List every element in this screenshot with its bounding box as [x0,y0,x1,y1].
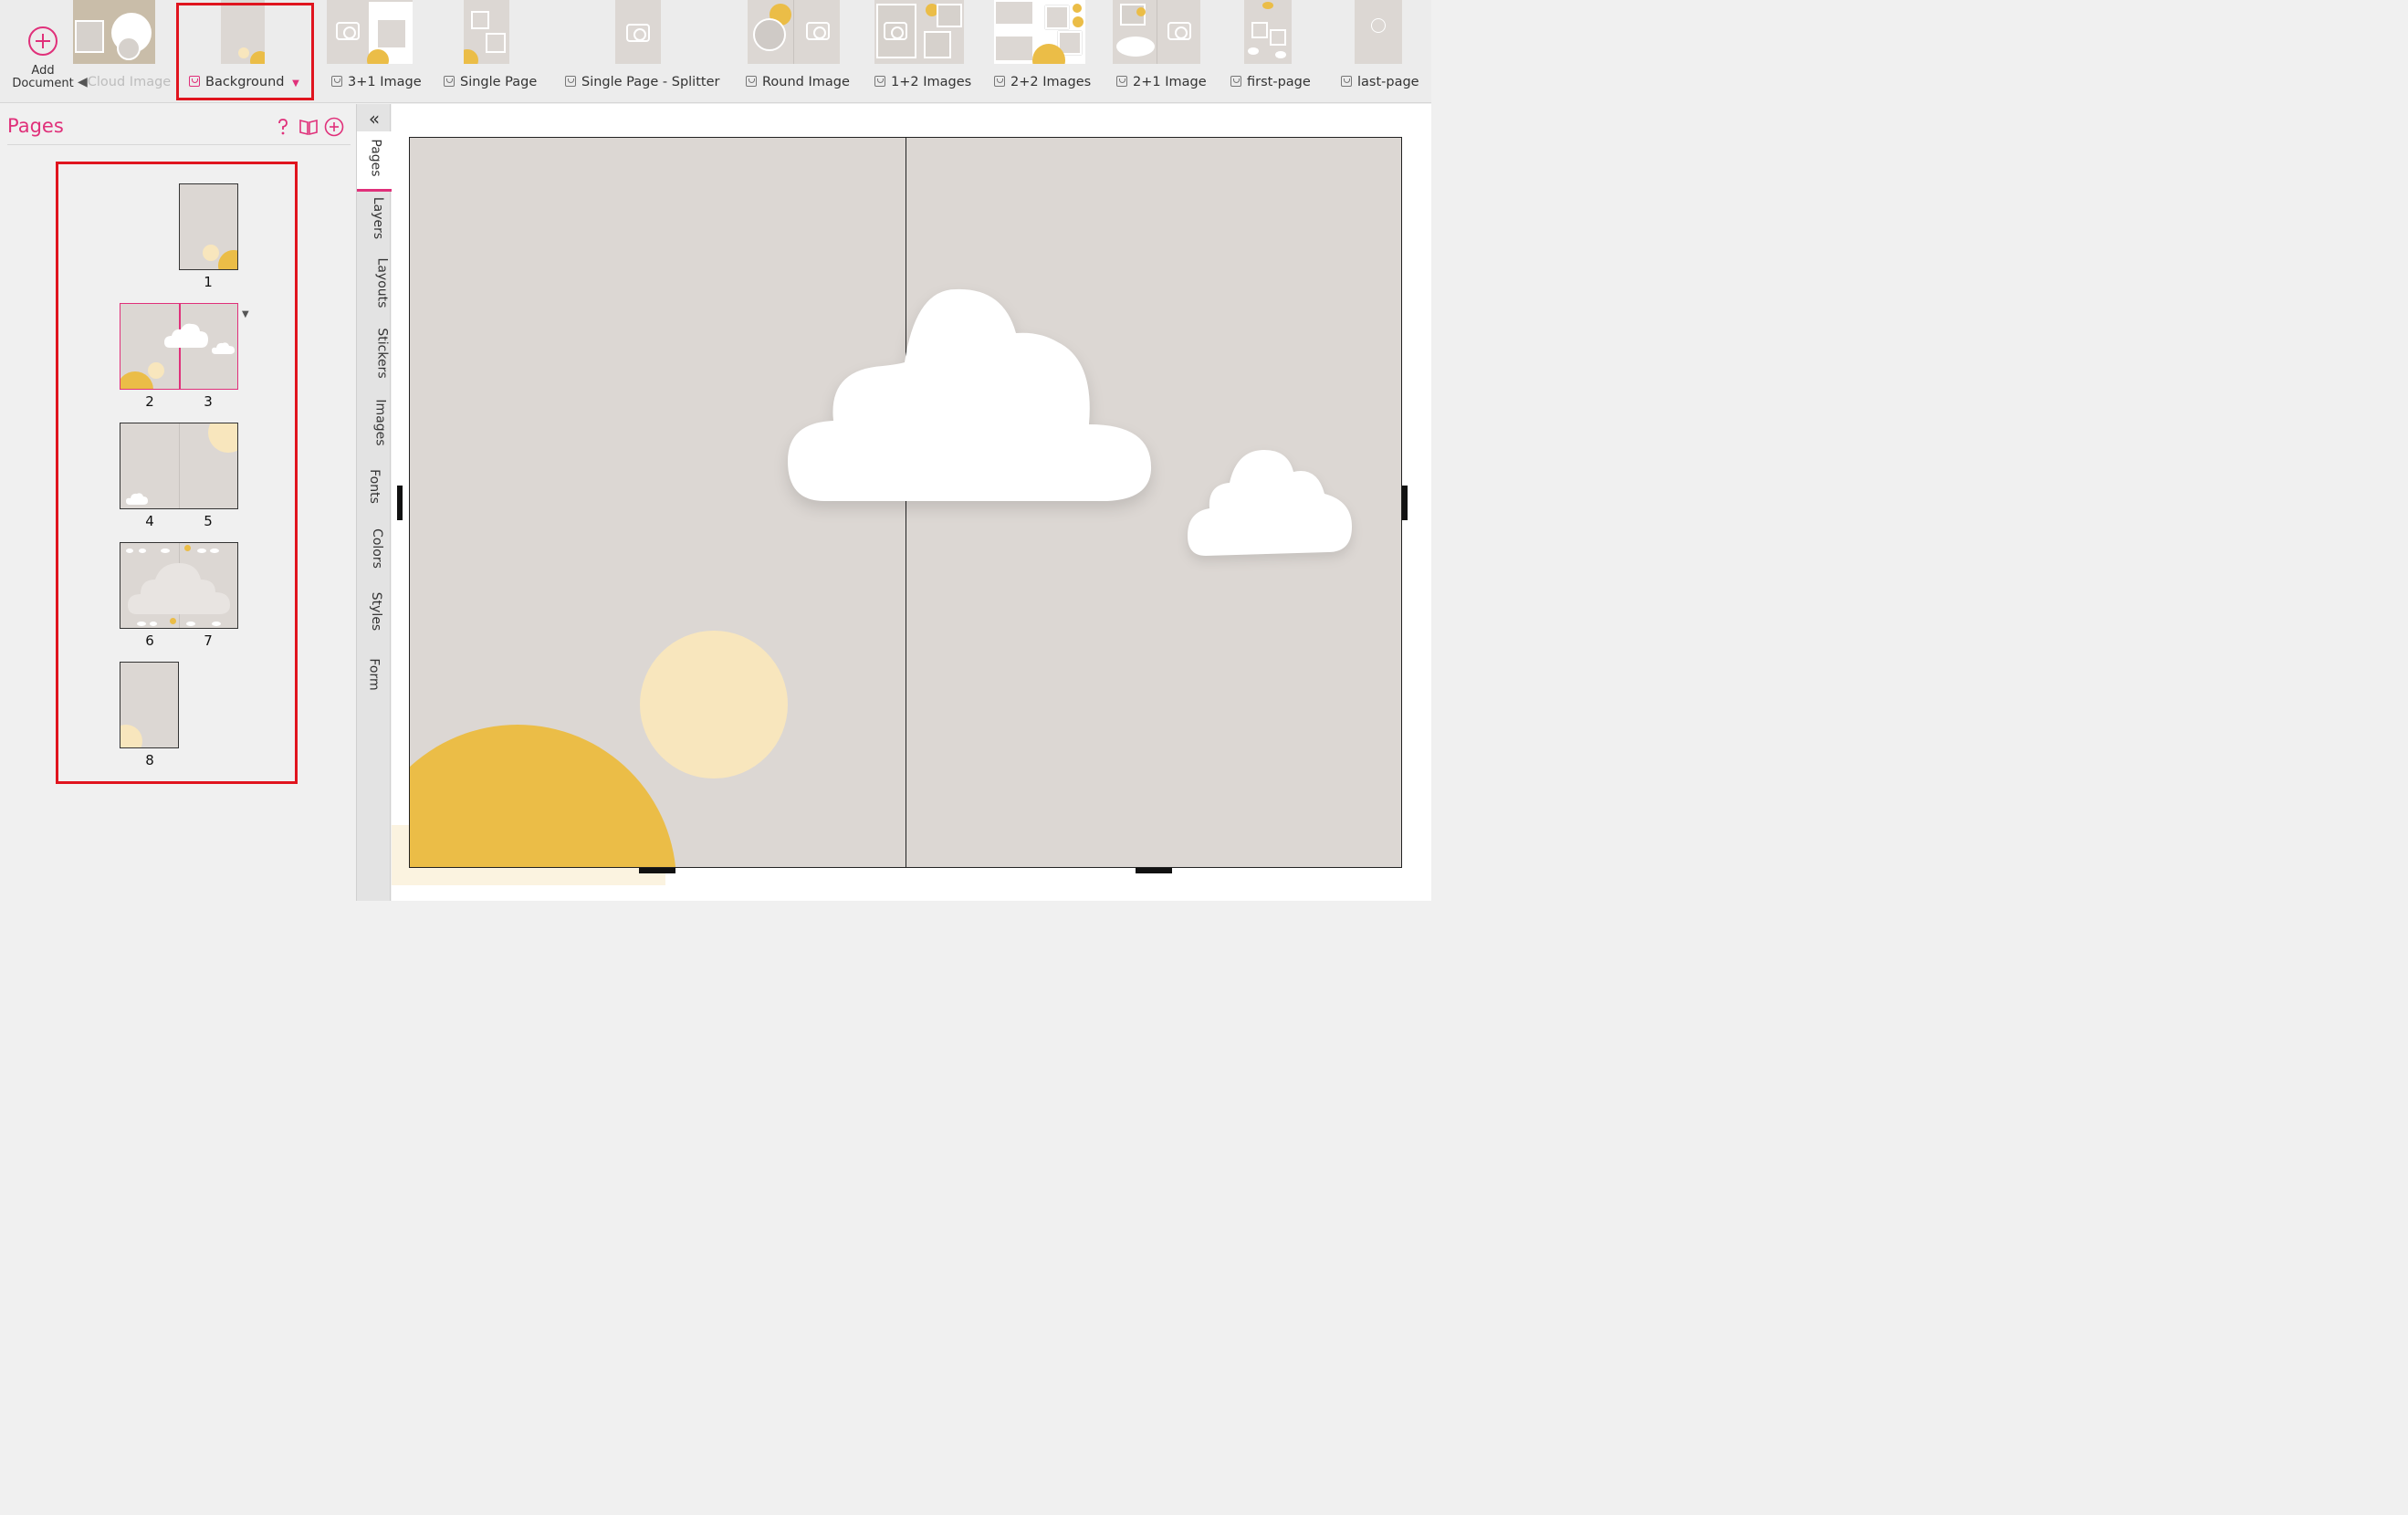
page-number: 7 [204,632,213,649]
page-thumbnail-1[interactable] [179,183,238,270]
tab-form[interactable]: Form [357,658,392,701]
layout-3-1-image[interactable]: 3+1 Image [327,0,422,102]
layout-label: Round Image [746,75,850,89]
page-number: 3 [204,393,213,410]
page-spread-2-3[interactable] [409,137,1402,868]
page-number: 1 [204,274,213,290]
layout-thumbnail [464,0,509,64]
layout-last-page[interactable]: last-page [1340,0,1429,102]
tab-images[interactable]: Images [357,399,392,449]
add-page-icon[interactable] [324,117,344,137]
layout-thumbnail [1244,0,1292,64]
page-number: 2 [145,393,154,410]
layout-thumbnail [615,0,661,64]
editor-canvas[interactable] [392,104,1431,901]
layout-label: 3+1 Image [331,75,422,89]
cloud-icon [126,493,148,505]
template-icon [1341,76,1352,87]
tab-styles[interactable]: Styles [357,592,392,638]
tab-colors[interactable]: Colors [357,528,392,575]
layout-label: first-page [1230,75,1311,89]
add-circle-icon [28,26,58,56]
layout-thumbnail [73,0,155,64]
layout-thumbnail [1355,0,1402,64]
layout-single-page[interactable]: Single Page [444,0,544,102]
layout-background[interactable]: Background ▼ [176,0,314,102]
layout-label: Single Page [444,75,537,89]
bottom-handle-right[interactable] [1136,868,1172,873]
layouts-toolbar: Add Document ◀Cloud Image Background ▼ 3… [0,0,1431,103]
layout-thumbnail [1113,0,1200,64]
add-document-button[interactable]: Add Document [5,22,80,90]
template-icon [1116,76,1127,87]
camera-icon [336,22,360,40]
scroll-left-icon[interactable]: ◀ [78,75,88,89]
layout-thumbnail [748,0,840,64]
layout-thumbnail [327,0,413,64]
tab-fonts[interactable]: Fonts [357,469,392,513]
layout-first-page[interactable]: first-page [1230,0,1321,102]
sun-shape[interactable] [410,725,676,867]
cloud-icon [128,563,230,614]
layout-label: 2+1 Image [1116,75,1207,89]
camera-icon [884,22,907,40]
layout-label: ◀Cloud Image [78,75,172,89]
left-edge-handle[interactable] [397,486,403,520]
camera-icon [806,22,830,40]
pale-sun-shape[interactable] [640,631,788,778]
camera-icon [1167,22,1191,40]
bottom-handle-left[interactable] [639,868,675,873]
pages-panel-title: Pages [7,115,64,137]
help-icon[interactable] [273,117,293,137]
template-icon [565,76,576,87]
template-icon [874,76,885,87]
tab-active-indicator [357,189,392,192]
pages-panel: Pages 1 ▼ 2 3 4 5 6 7 8 [0,104,356,901]
add-document-label: Add Document [12,64,74,90]
right-edge-handle[interactable] [1402,486,1408,520]
template-icon [1230,76,1241,87]
tab-layouts[interactable]: Layouts [357,258,392,309]
small-cloud-sticker[interactable] [1188,448,1354,559]
page-number: 6 [145,632,154,649]
cloud-icon [212,342,235,354]
tab-layers[interactable]: Layers [357,197,392,245]
highlight-box [176,3,314,100]
template-icon [746,76,757,87]
book-icon[interactable] [298,117,319,137]
layout-thumbnail [874,0,964,64]
cloud-icon [164,323,208,348]
tab-stickers[interactable]: Stickers [357,328,392,380]
page-thumbnail-8[interactable] [120,662,179,748]
page-number: 5 [204,513,213,529]
page-thumbnail-6-7[interactable] [120,542,238,629]
camera-icon [626,24,650,42]
layout-single-page-splitter[interactable]: Single Page - Splitter [565,0,720,102]
collapse-panel-icon[interactable]: « [357,108,392,130]
page-thumbnail-4-5[interactable] [120,423,238,509]
page-menu-caret-icon[interactable]: ▼ [242,309,249,319]
layout-label: last-page [1341,75,1419,89]
layout-2-2-images[interactable]: 2+2 Images [994,0,1096,102]
divider [7,144,351,145]
page-thumbnail-2-3[interactable] [120,303,238,390]
large-cloud-sticker[interactable] [788,287,1153,507]
template-icon [994,76,1005,87]
layout-thumbnail [994,0,1085,64]
side-tabs: « Pages Layers Layouts Stickers Images F… [356,104,392,901]
page-number: 4 [145,513,154,529]
tab-pages[interactable]: Pages [357,139,392,184]
layout-round-image[interactable]: Round Image [746,0,855,102]
layout-label: 2+2 Images [994,75,1091,89]
template-icon [331,76,342,87]
layout-cloud-image[interactable]: ◀Cloud Image [73,0,171,102]
layout-label: 1+2 Images [874,75,971,89]
layout-label: Single Page - Splitter [565,75,719,89]
layout-1-2-images[interactable]: 1+2 Images [874,0,975,102]
layout-2-1-image[interactable]: 2+1 Image [1113,0,1213,102]
template-icon [444,76,455,87]
page-number: 8 [145,752,154,768]
